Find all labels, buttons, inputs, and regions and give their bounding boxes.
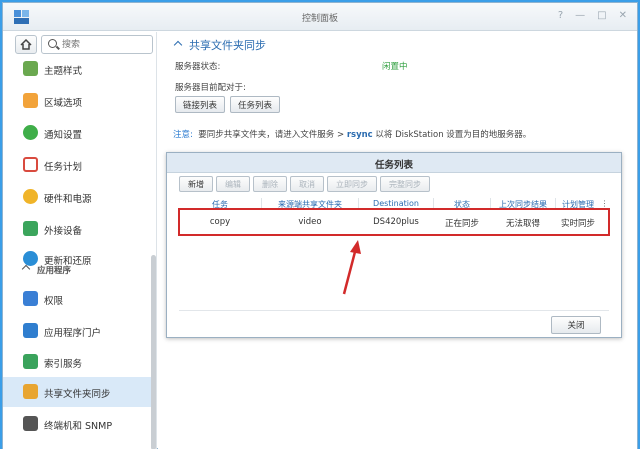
sidebar-item-indexing[interactable]: 索引服务: [3, 347, 153, 377]
maximize-icon[interactable]: □: [597, 10, 606, 21]
link-list-button[interactable]: 链接列表: [175, 96, 225, 113]
close-button[interactable]: 关闭: [551, 316, 601, 334]
terminal-icon: [23, 416, 38, 431]
sidebar-item-label: 外接设备: [44, 226, 83, 237]
sidebar-item-label: 硬件和电源: [44, 194, 92, 205]
sidebar: 主题样式 区域选项 通知设置 任务计划 硬件和电源 外接设备 更新和还原 应: [3, 32, 157, 449]
chevron-up-icon: [21, 264, 31, 274]
note-text: 注意: 要同步共享文件夹，请进入文件服务 > rsync 以将 DiskStat…: [173, 130, 532, 140]
cancel-button[interactable]: 取消: [290, 176, 324, 192]
section-label: 应用程序: [37, 266, 72, 276]
column-destination[interactable]: Destination: [359, 199, 433, 208]
sidebar-item-shared-folder-sync[interactable]: 共享文件夹同步: [3, 377, 153, 407]
theme-icon: [23, 61, 38, 76]
sidebar-item-label: 索引服务: [44, 359, 83, 370]
home-button[interactable]: [15, 35, 37, 54]
task-list-dialog: 任务列表 新增 编辑 删除 取消 立即同步 完整同步 任务 来源端共享文件夹 D…: [166, 152, 622, 338]
search-icon: [48, 39, 57, 48]
chevron-up-icon: [173, 40, 183, 50]
sidebar-item-label: 主题样式: [44, 66, 83, 77]
window-title: 控制面板: [301, 14, 338, 24]
task-list-button[interactable]: 任务列表: [230, 96, 280, 113]
grid-icon: [23, 291, 38, 306]
page-title[interactable]: 共享文件夹同步: [173, 37, 266, 53]
folder-sync-icon: [23, 384, 38, 399]
sidebar-item-external-devices[interactable]: 外接设备: [3, 214, 153, 244]
sync-now-button[interactable]: 立即同步: [327, 176, 377, 192]
server-status-label: 服务器状态:: [175, 62, 221, 72]
minimize-icon[interactable]: —: [575, 10, 585, 21]
server-status-value: 闲置中: [382, 62, 408, 72]
upload-icon: [23, 221, 38, 236]
sidebar-item-theme[interactable]: 主题样式: [3, 54, 153, 84]
sidebar-item-task-scheduler[interactable]: 任务计划: [3, 150, 153, 180]
delete-button[interactable]: 删除: [253, 176, 287, 192]
title-bar: 控制面板 ? — □ ✕: [3, 3, 637, 31]
edit-button[interactable]: 编辑: [216, 176, 250, 192]
help-icon[interactable]: ?: [558, 10, 563, 21]
full-sync-button[interactable]: 完整同步: [380, 176, 430, 192]
sidebar-item-label: 通知设置: [44, 130, 83, 141]
sidebar-item-hardware-power[interactable]: 硬件和电源: [3, 182, 153, 212]
sidebar-item-terminal-snmp[interactable]: 终端机和 SNMP: [3, 409, 153, 439]
calendar-icon: [23, 93, 38, 108]
sidebar-scrollbar[interactable]: [151, 255, 156, 449]
sidebar-item-app-portal[interactable]: 应用程序门户: [3, 316, 153, 346]
checklist-icon: [23, 157, 38, 172]
sidebar-item-privileges[interactable]: 权限: [3, 284, 153, 314]
sidebar-item-label: 权限: [44, 296, 64, 307]
search-box[interactable]: [41, 35, 153, 54]
dialog-toolbar: 新增 编辑 删除 取消 立即同步 完整同步: [179, 176, 430, 192]
portal-icon: [23, 323, 38, 338]
search-input[interactable]: [62, 38, 150, 51]
sidebar-item-label: 终端机和 SNMP: [44, 421, 113, 432]
annotation-arrow-icon: [342, 240, 361, 295]
add-button[interactable]: 新增: [179, 176, 213, 192]
index-search-icon: [23, 354, 38, 369]
sidebar-item-label: 区域选项: [44, 98, 83, 109]
chat-icon: [23, 125, 38, 140]
close-icon[interactable]: ✕: [619, 10, 627, 21]
home-icon: [20, 39, 32, 50]
sidebar-item-notification[interactable]: 通知设置: [3, 118, 153, 148]
column-menu-icon[interactable]: ⋮: [600, 199, 609, 208]
sidebar-item-region[interactable]: 区域选项: [3, 86, 153, 116]
sidebar-item-label: 共享文件夹同步: [44, 389, 111, 400]
bulb-icon: [23, 189, 38, 204]
section-applications[interactable]: 应用程序: [3, 264, 153, 278]
paired-label: 服务器目前配对于:: [175, 83, 246, 93]
annotation-highlight-box: [178, 208, 610, 236]
sidebar-item-label: 任务计划: [44, 162, 83, 173]
sidebar-item-label: 应用程序门户: [44, 328, 102, 339]
dialog-title: 任务列表: [167, 153, 621, 173]
